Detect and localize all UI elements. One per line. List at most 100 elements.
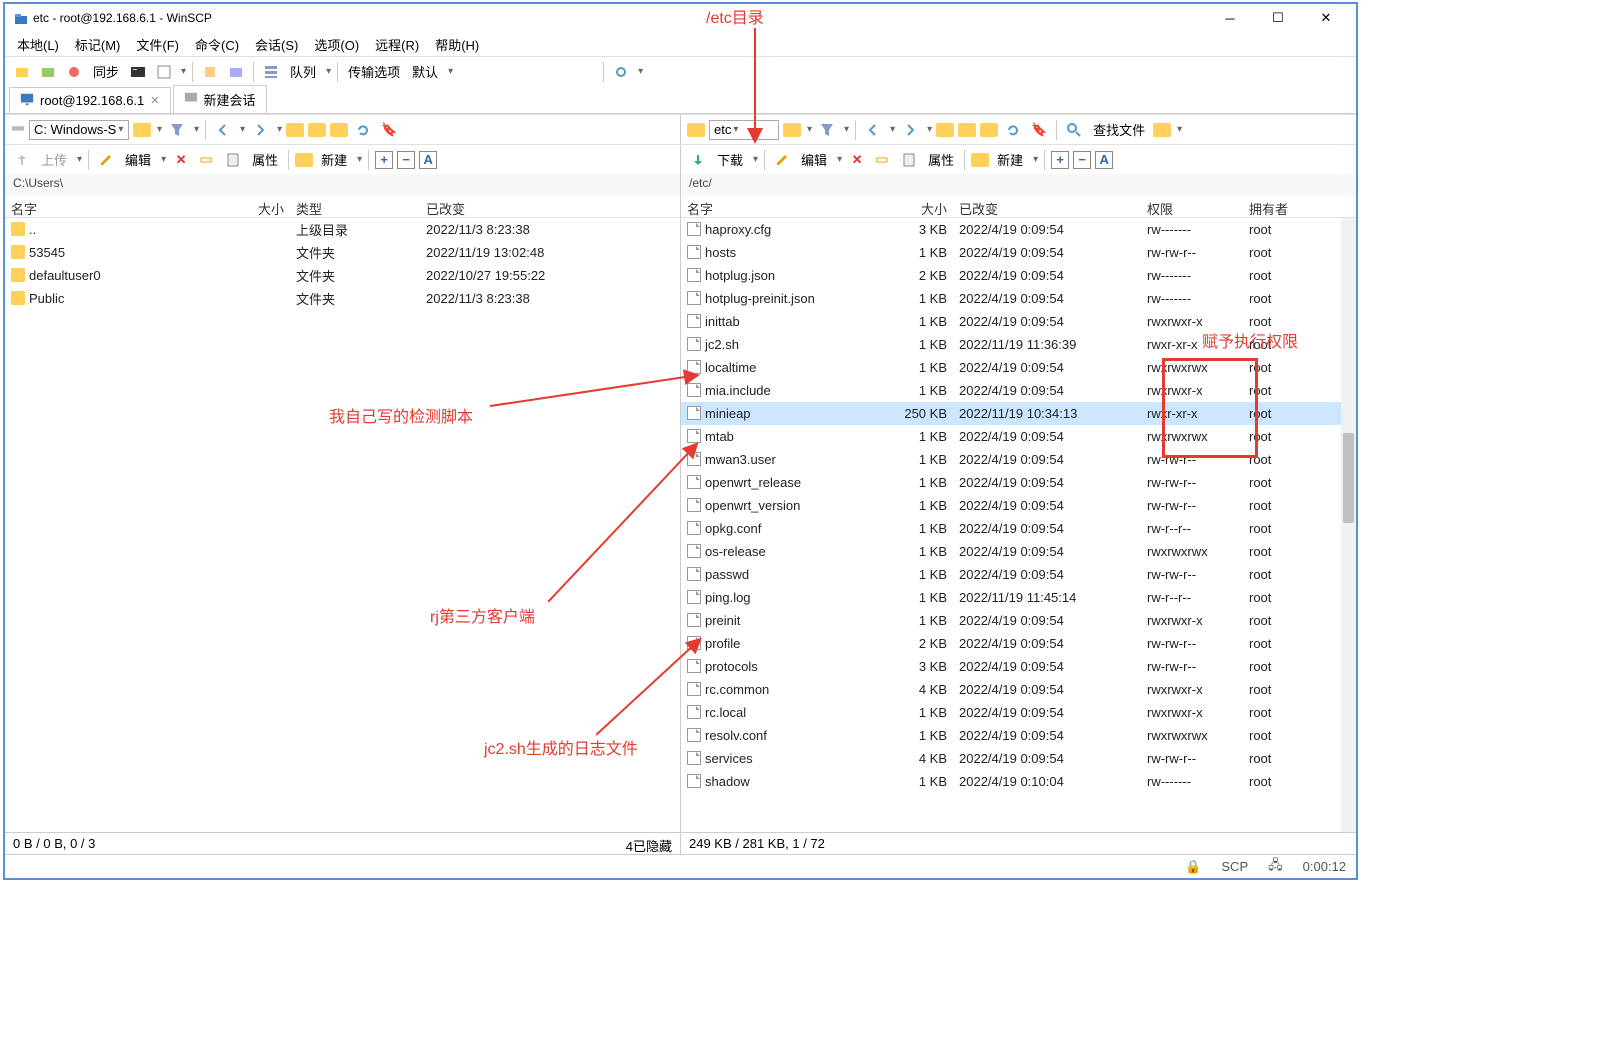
tool-7-icon[interactable]: [225, 61, 247, 83]
lock-icon[interactable]: 🔒: [1185, 859, 1201, 875]
col-name[interactable]: 名字: [5, 196, 230, 217]
edit-icon[interactable]: [95, 149, 117, 171]
table-row[interactable]: rc.common4 KB2022/4/19 0:09:54rwxrwxr-xr…: [681, 678, 1356, 701]
col-name[interactable]: 名字: [681, 196, 889, 217]
tool-5-icon[interactable]: [153, 61, 175, 83]
tool-3-icon[interactable]: [63, 61, 85, 83]
table-row[interactable]: passwd1 KB2022/4/19 0:09:54rw-rw-r--root: [681, 563, 1356, 586]
plus-icon[interactable]: +: [375, 151, 393, 169]
settings-icon[interactable]: [610, 61, 632, 83]
new-icon[interactable]: [295, 153, 313, 167]
table-row[interactable]: localtime1 KB2022/4/19 0:09:54rwxrwxrwxr…: [681, 356, 1356, 379]
home-icon[interactable]: [980, 123, 998, 137]
table-row[interactable]: mwan3.user1 KB2022/4/19 0:09:54rw-rw-r--…: [681, 448, 1356, 471]
table-row[interactable]: preinit1 KB2022/4/19 0:09:54rwxrwxr-xroo…: [681, 609, 1356, 632]
path-right[interactable]: /etc/: [680, 174, 1356, 196]
table-row[interactable]: mtab1 KB2022/4/19 0:09:54rwxrwxrwxroot: [681, 425, 1356, 448]
filter-icon[interactable]: [816, 119, 838, 141]
sync-label[interactable]: 同步: [89, 62, 123, 81]
tab-new-session[interactable]: 新建会话: [173, 85, 267, 113]
edit-icon[interactable]: [771, 149, 793, 171]
folder-icon[interactable]: [133, 123, 151, 137]
dropdown-icon[interactable]: ▾: [638, 66, 643, 77]
col-type[interactable]: 类型: [290, 196, 420, 217]
table-row[interactable]: hotplug.json2 KB2022/4/19 0:09:54rw-----…: [681, 264, 1356, 287]
download-label[interactable]: 下载: [713, 150, 747, 169]
right-header[interactable]: 名字 大小 已改变 权限 拥有者: [681, 196, 1356, 218]
filter-icon[interactable]: [166, 119, 188, 141]
forward-icon[interactable]: [249, 119, 271, 141]
edit-label[interactable]: 编辑: [797, 150, 831, 169]
props-icon[interactable]: [222, 149, 244, 171]
table-row[interactable]: ..上级目录2022/11/3 8:23:38: [5, 218, 680, 241]
table-row[interactable]: mia.include1 KB2022/4/19 0:09:54rwxrwxr-…: [681, 379, 1356, 402]
bookmark-icon[interactable]: 🔖: [1028, 119, 1050, 141]
terminal-icon[interactable]: [127, 61, 149, 83]
scrollbar[interactable]: [1341, 218, 1356, 832]
download-icon[interactable]: [687, 149, 709, 171]
menu-remote[interactable]: 远程(R): [369, 33, 425, 56]
props-label[interactable]: 属性: [248, 150, 282, 169]
edit-label[interactable]: 编辑: [121, 150, 155, 169]
nav-extra-icon[interactable]: [1153, 123, 1171, 137]
home-icon[interactable]: [330, 123, 348, 137]
col-size[interactable]: 大小: [889, 196, 953, 217]
table-row[interactable]: profile2 KB2022/4/19 0:09:54rw-rw-r--roo…: [681, 632, 1356, 655]
root-icon[interactable]: [308, 123, 326, 137]
close-icon[interactable]: ✕: [150, 94, 159, 107]
col-owner[interactable]: 拥有者: [1243, 196, 1315, 217]
search-icon[interactable]: [1063, 119, 1085, 141]
props-label[interactable]: 属性: [924, 150, 958, 169]
all-icon[interactable]: A: [419, 151, 437, 169]
table-row[interactable]: opkg.conf1 KB2022/4/19 0:09:54rw-r--r--r…: [681, 517, 1356, 540]
forward-icon[interactable]: [899, 119, 921, 141]
menu-help[interactable]: 帮助(H): [429, 33, 485, 56]
table-row[interactable]: Public文件夹2022/11/3 8:23:38: [5, 287, 680, 310]
queue-icon[interactable]: [260, 61, 282, 83]
table-row[interactable]: protocols3 KB2022/4/19 0:09:54rw-rw-r--r…: [681, 655, 1356, 678]
minus-icon[interactable]: −: [397, 151, 415, 169]
up-icon[interactable]: [936, 123, 954, 137]
plus-icon[interactable]: +: [1051, 151, 1069, 169]
table-row[interactable]: openwrt_version1 KB2022/4/19 0:09:54rw-r…: [681, 494, 1356, 517]
tab-session[interactable]: root@192.168.6.1 ✕: [9, 87, 171, 113]
menu-file[interactable]: 文件(F): [130, 33, 185, 56]
table-row[interactable]: ping.log1 KB2022/11/19 11:45:14rw-r--r--…: [681, 586, 1356, 609]
table-row[interactable]: inittab1 KB2022/4/19 0:09:54rwxrwxr-xroo…: [681, 310, 1356, 333]
table-row[interactable]: minieap250 KB2022/11/19 10:34:13rwxr-xr-…: [681, 402, 1356, 425]
table-row[interactable]: shadow1 KB2022/4/19 0:10:04rw-------root: [681, 770, 1356, 793]
maximize-button[interactable]: ☐: [1256, 6, 1300, 30]
menu-mark[interactable]: 标记(M): [69, 33, 127, 56]
refresh-icon[interactable]: [1002, 119, 1024, 141]
table-row[interactable]: defaultuser0文件夹2022/10/27 19:55:22: [5, 264, 680, 287]
col-perm[interactable]: 权限: [1141, 196, 1243, 217]
col-mtime[interactable]: 已改变: [953, 196, 1141, 217]
back-icon[interactable]: [212, 119, 234, 141]
menu-session[interactable]: 会话(S): [249, 33, 304, 56]
back-icon[interactable]: [862, 119, 884, 141]
find-label[interactable]: 查找文件: [1089, 120, 1149, 139]
default-label[interactable]: 默认: [408, 62, 442, 81]
dropdown-icon[interactable]: ▾: [448, 66, 453, 77]
table-row[interactable]: hosts1 KB2022/4/19 0:09:54rw-rw-r--root: [681, 241, 1356, 264]
drive-select-left[interactable]: C: Windows-S▾: [29, 120, 129, 140]
refresh-icon[interactable]: [352, 119, 374, 141]
folder-icon[interactable]: [783, 123, 801, 137]
table-row[interactable]: resolv.conf1 KB2022/4/19 0:09:54rwxrwxrw…: [681, 724, 1356, 747]
drive-select-right[interactable]: etc▾: [709, 120, 779, 140]
left-header[interactable]: 名字 大小 类型 已改变: [5, 196, 680, 218]
delete-icon[interactable]: ✕: [170, 149, 192, 171]
menu-local[interactable]: 本地(L): [11, 33, 65, 56]
table-row[interactable]: services4 KB2022/4/19 0:09:54rw-rw-r--ro…: [681, 747, 1356, 770]
dropdown-icon[interactable]: ▾: [181, 66, 186, 77]
menu-options[interactable]: 选项(O): [308, 33, 365, 56]
minus-icon[interactable]: −: [1073, 151, 1091, 169]
bookmark-icon[interactable]: 🔖: [378, 119, 400, 141]
tool-2-icon[interactable]: [37, 61, 59, 83]
table-row[interactable]: os-release1 KB2022/4/19 0:09:54rwxrwxrwx…: [681, 540, 1356, 563]
dropdown-icon[interactable]: ▾: [326, 66, 331, 77]
col-mtime[interactable]: 已改变: [420, 196, 620, 217]
right-list[interactable]: haproxy.cfg3 KB2022/4/19 0:09:54rw------…: [681, 218, 1356, 832]
new-label[interactable]: 新建: [993, 150, 1027, 169]
path-left[interactable]: C:\Users\: [5, 174, 680, 196]
